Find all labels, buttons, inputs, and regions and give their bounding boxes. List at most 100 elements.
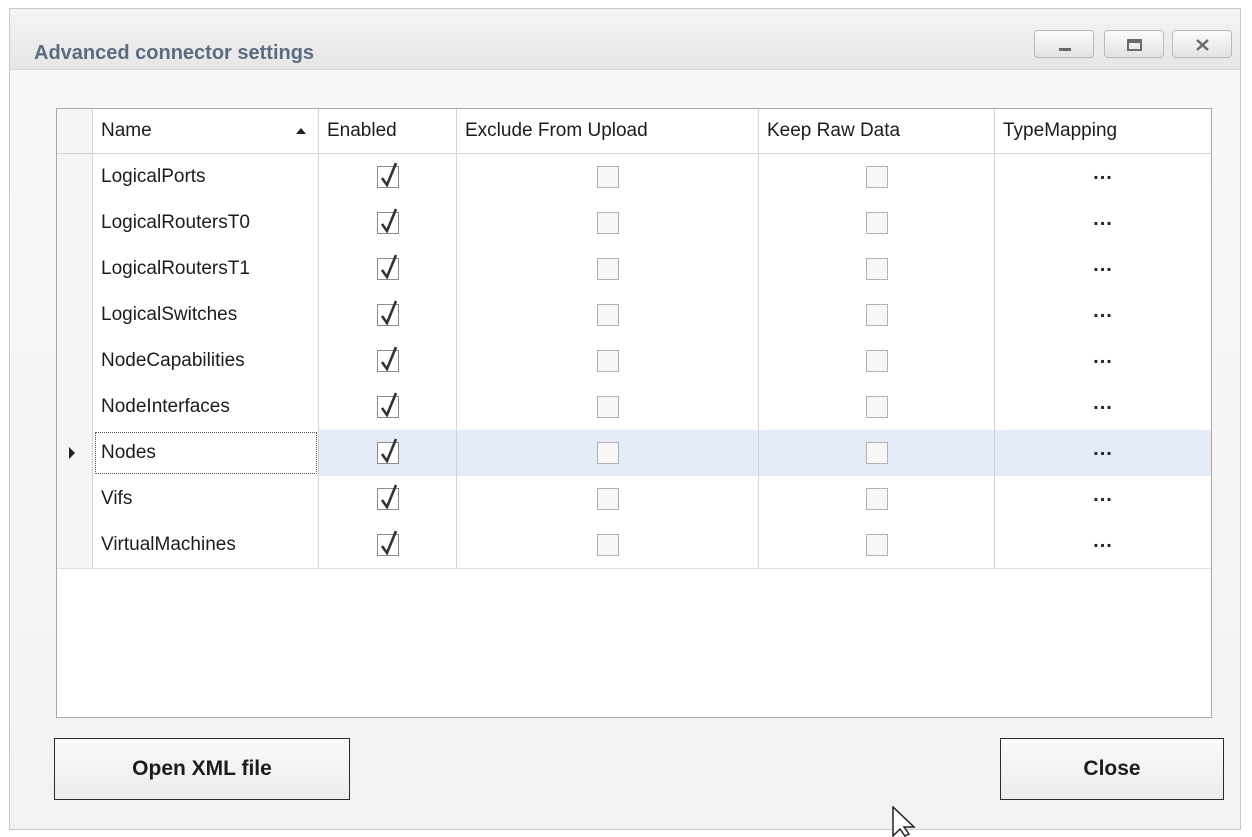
keep-raw-data-checkbox[interactable] [865,442,888,464]
keep-raw-data-cell [759,476,995,522]
row-selector[interactable] [57,522,93,568]
table-row[interactable]: LogicalRoutersT0... [57,200,1211,247]
keep-raw-data-checkbox[interactable] [865,534,888,556]
exclude-from-upload-checkbox[interactable] [596,442,619,464]
name-cell[interactable]: LogicalRoutersT1 [93,246,319,292]
row-selector[interactable] [57,154,93,200]
typemapping-cell: ... [995,200,1211,246]
table-row[interactable]: NodeCapabilities... [57,338,1211,385]
row-selector[interactable] [57,338,93,384]
column-header-name-label: Name [101,120,152,141]
typemapping-ellipsis-button[interactable]: ... [1093,254,1113,277]
enabled-checkbox[interactable] [376,208,399,234]
enabled-checkbox[interactable] [376,300,399,326]
exclude-from-upload-checkbox[interactable] [596,350,619,372]
column-header-enabled[interactable]: Enabled [319,109,457,153]
close-button[interactable]: Close [1000,738,1224,800]
title-bar[interactable]: Advanced connector settings [10,9,1240,70]
column-header-keep-raw-data[interactable]: Keep Raw Data [759,109,995,153]
column-header-name[interactable]: Name [93,109,319,153]
minimize-button[interactable] [1034,30,1094,58]
enabled-cell [319,384,457,430]
row-selector[interactable] [57,200,93,246]
enabled-checkbox[interactable] [376,438,399,464]
enabled-checkbox[interactable] [376,392,399,418]
exclude-from-upload-checkbox[interactable] [596,488,619,510]
close-window-button[interactable] [1172,30,1232,58]
typemapping-cell: ... [995,522,1211,568]
typemapping-cell: ... [995,338,1211,384]
row-selector[interactable] [57,246,93,292]
typemapping-ellipsis-button[interactable]: ... [1093,530,1113,553]
name-cell[interactable]: NodeInterfaces [93,384,319,430]
row-selector[interactable] [57,430,93,476]
keep-raw-data-cell [759,154,995,200]
exclude-from-upload-checkbox[interactable] [596,396,619,418]
typemapping-ellipsis-button[interactable]: ... [1093,438,1113,461]
row-selector[interactable] [57,476,93,522]
exclude-from-upload-checkbox[interactable] [596,212,619,234]
keep-raw-data-checkbox[interactable] [865,350,888,372]
keep-raw-data-checkbox[interactable] [865,488,888,510]
table-row[interactable]: Vifs... [57,476,1211,523]
exclude-from-upload-checkbox[interactable] [596,304,619,326]
exclude-from-upload-cell [457,430,759,476]
keep-raw-data-checkbox[interactable] [865,166,888,188]
column-header-keep-raw-label: Keep Raw Data [767,120,901,141]
enabled-cell [319,522,457,568]
table-row[interactable]: LogicalSwitches... [57,292,1211,339]
column-header-exclude-label: Exclude From Upload [465,120,648,141]
typemapping-ellipsis-button[interactable]: ... [1093,300,1113,323]
keep-raw-data-checkbox[interactable] [865,212,888,234]
maximize-button[interactable] [1104,30,1164,58]
exclude-from-upload-cell [457,522,759,568]
open-xml-file-button[interactable]: Open XML file [54,738,350,800]
enabled-checkbox[interactable] [376,346,399,372]
table-row[interactable]: Nodes... [57,430,1211,477]
typemapping-ellipsis-button[interactable]: ... [1093,484,1113,507]
name-cell[interactable]: LogicalSwitches [93,292,319,338]
typemapping-ellipsis-button[interactable]: ... [1093,162,1113,185]
enabled-cell [319,154,457,200]
typemapping-cell: ... [995,292,1211,338]
enabled-cell [319,246,457,292]
exclude-from-upload-checkbox[interactable] [596,258,619,280]
name-cell[interactable]: NodeCapabilities [93,338,319,384]
enabled-cell [319,292,457,338]
typemapping-cell: ... [995,476,1211,522]
keep-raw-data-checkbox[interactable] [865,396,888,418]
enabled-checkbox[interactable] [376,254,399,280]
column-header-exclude-from-upload[interactable]: Exclude From Upload [457,109,759,153]
name-cell[interactable]: Vifs [93,476,319,522]
enabled-cell [319,430,457,476]
row-selector[interactable] [57,292,93,338]
enabled-checkbox[interactable] [376,162,399,188]
exclude-from-upload-checkbox[interactable] [596,166,619,188]
keep-raw-data-checkbox[interactable] [865,258,888,280]
typemapping-ellipsis-button[interactable]: ... [1093,208,1113,231]
name-cell[interactable]: LogicalPorts [93,154,319,200]
checkmark-icon [380,484,397,510]
connector-settings-grid[interactable]: Name Enabled Exclude From Upload Keep Ra… [56,108,1212,718]
checkmark-icon [380,438,397,464]
table-row[interactable]: NodeInterfaces... [57,384,1211,431]
maximize-icon [1127,39,1142,51]
name-cell[interactable]: VirtualMachines [93,522,319,568]
column-header-typemapping[interactable]: TypeMapping [995,109,1211,153]
exclude-from-upload-checkbox[interactable] [596,534,619,556]
enabled-checkbox[interactable] [376,530,399,556]
row-selector[interactable] [57,384,93,430]
enabled-checkbox[interactable] [376,484,399,510]
keep-raw-data-cell [759,200,995,246]
keep-raw-data-cell [759,522,995,568]
table-row[interactable]: VirtualMachines... [57,522,1211,569]
typemapping-ellipsis-button[interactable]: ... [1093,392,1113,415]
keep-raw-data-checkbox[interactable] [865,304,888,326]
name-cell[interactable]: LogicalRoutersT0 [93,200,319,246]
typemapping-ellipsis-button[interactable]: ... [1093,346,1113,369]
exclude-from-upload-cell [457,154,759,200]
keep-raw-data-cell [759,430,995,476]
table-row[interactable]: LogicalPorts... [57,154,1211,201]
table-row[interactable]: LogicalRoutersT1... [57,246,1211,293]
name-cell[interactable]: Nodes [93,430,319,476]
